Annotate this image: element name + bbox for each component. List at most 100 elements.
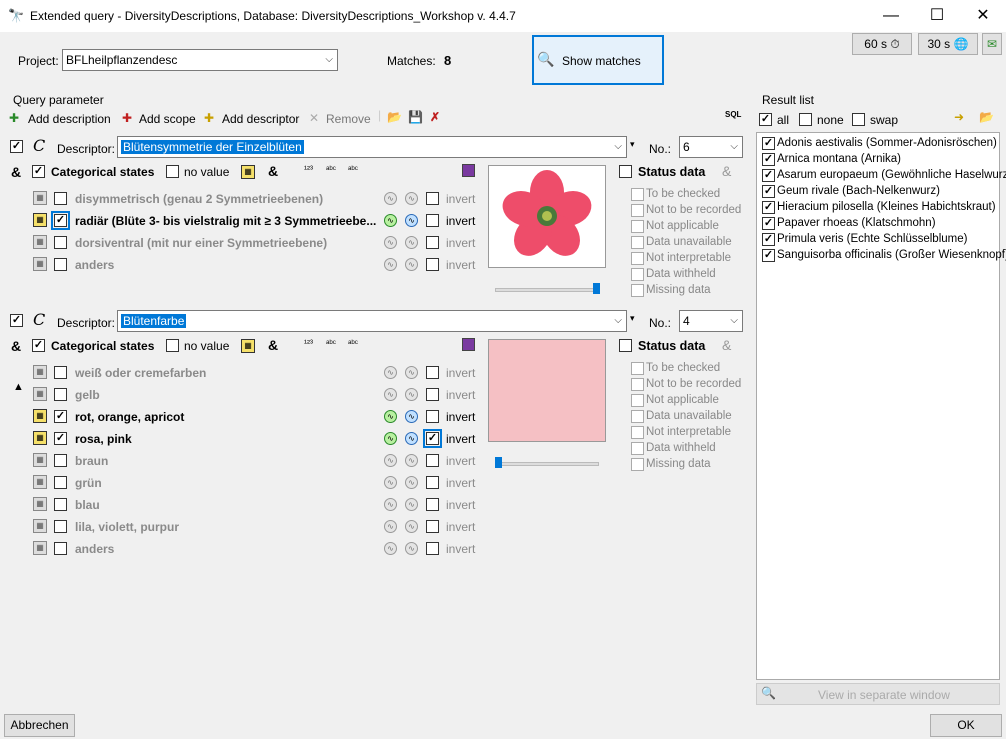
invert-checkbox[interactable] [426,542,439,555]
show-matches-button[interactable]: 🔍 Show matches [532,35,664,85]
color-picker-icon[interactable] [462,164,475,177]
view-separate-button[interactable]: 🔍 View in separate window [756,683,1000,705]
descriptor-2-no-select[interactable]: 4 ⌵ [679,310,743,332]
descriptor-2-enabled-checkbox[interactable] [10,314,23,327]
select-all-checkbox[interactable] [759,113,772,126]
state-edit-icon[interactable]: ▦ [33,387,47,401]
state-edit-icon[interactable]: ▦ [33,497,47,511]
status-checkbox[interactable] [631,378,644,391]
state-checkbox[interactable] [54,258,67,271]
audio-icon[interactable]: ∿ [384,432,397,445]
audio-icon[interactable]: ∿ [384,454,397,467]
descriptor-2-menu-arrow[interactable]: ▾ [630,313,635,324]
status-checkbox[interactable] [631,220,644,233]
invert-checkbox[interactable] [426,476,439,489]
list-item-checkbox[interactable] [762,169,775,182]
state-checkbox[interactable] [54,454,67,467]
sort-alpha-desc-icon[interactable]: ᵃᵇᶜ [348,338,358,348]
signal-icon[interactable]: ∿ [405,366,418,379]
state-checkbox[interactable] [54,366,67,379]
descriptor-1-slider-track[interactable] [495,288,599,292]
status-checkbox[interactable] [631,426,644,439]
select-none-checkbox[interactable] [799,113,812,126]
state-edit-icon[interactable]: ▦ [33,365,47,379]
audio-icon[interactable]: ∿ [384,476,397,489]
audio-icon[interactable]: ∿ [384,366,397,379]
signal-icon[interactable]: ∿ [405,476,418,489]
invert-checkbox[interactable] [426,258,439,271]
remove-button[interactable]: Remove [326,112,371,126]
timer-60-button[interactable]: 60 s ⏱ [852,33,912,55]
descriptor-2-states-icon[interactable]: ▦ [241,339,255,353]
sql-icon[interactable]: SQL [725,110,741,119]
list-item-checkbox[interactable] [762,185,775,198]
state-checkbox[interactable] [54,388,67,401]
list-item-checkbox[interactable] [762,201,775,214]
list-item-checkbox[interactable] [762,233,775,246]
project-select[interactable]: BFLheilpflanzendesc ⌵ [62,49,338,71]
signal-icon[interactable]: ∿ [405,498,418,511]
invert-checkbox[interactable] [426,498,439,511]
state-edit-icon[interactable]: ▦ [33,431,47,445]
invert-checkbox[interactable] [423,429,442,448]
export-button[interactable]: ✉ [982,33,1002,55]
signal-icon[interactable]: ∿ [405,388,418,401]
audio-icon[interactable]: ∿ [384,192,397,205]
state-checkbox[interactable] [54,498,67,511]
list-item[interactable]: Geum rivale (Bach-Nelkenwurz) [760,184,998,200]
audio-icon[interactable]: ∿ [384,520,397,533]
status-checkbox[interactable] [631,188,644,201]
sort-alpha-asc-icon[interactable]: ᵃᵇᶜ [326,338,336,348]
list-item[interactable]: Adonis aestivalis (Sommer-Adonisröschen) [760,136,998,152]
status-checkbox[interactable] [631,394,644,407]
list-item[interactable]: Papaver rhoeas (Klatschmohn) [760,216,998,232]
status-checkbox[interactable] [631,252,644,265]
state-edit-icon[interactable]: ▦ [33,453,47,467]
descriptor-2-novalue-checkbox[interactable] [166,339,179,352]
state-edit-icon[interactable]: ▦ [33,519,47,533]
descriptor-1-menu-arrow[interactable]: ▾ [630,139,635,150]
list-item[interactable]: Arnica montana (Arnika) [760,152,998,168]
descriptor-2-and-states[interactable]: & [268,337,278,353]
audio-icon[interactable]: ∿ [384,258,397,271]
add-scope-button[interactable]: Add scope [139,112,196,126]
open-folder-icon[interactable]: 📂 [387,110,402,124]
audio-icon[interactable]: ∿ [384,410,397,423]
sort-alpha-desc-icon[interactable]: ᵃᵇᶜ [348,164,358,174]
descriptor-1-status-checkbox[interactable] [619,165,632,178]
invert-checkbox[interactable] [426,214,439,227]
export-list-icon[interactable]: ➜ [954,110,964,124]
status-checkbox[interactable] [631,410,644,423]
swap-checkbox[interactable] [852,113,865,126]
descriptor-1-select[interactable]: Blütensymmetrie der Einzelblüten ⌵ [117,136,627,158]
invert-checkbox[interactable] [426,410,439,423]
open-list-folder-icon[interactable]: 📂 [979,110,994,124]
descriptor-2-categorical-checkbox[interactable] [32,339,45,352]
clear-icon[interactable]: ✗ [430,110,440,124]
audio-icon[interactable]: ∿ [384,236,397,249]
add-descriptor-button[interactable]: Add descriptor [222,112,299,126]
state-edit-icon[interactable]: ▦ [33,475,47,489]
status-checkbox[interactable] [631,284,644,297]
audio-icon[interactable]: ∿ [384,214,397,227]
signal-icon[interactable]: ∿ [405,410,418,423]
status-checkbox[interactable] [631,236,644,249]
sort-numeric-icon[interactable]: ¹²³ [304,338,313,348]
status-checkbox[interactable] [631,362,644,375]
state-checkbox[interactable] [54,542,67,555]
descriptor-1-no-select[interactable]: 6 ⌵ [679,136,743,158]
state-edit-icon[interactable]: ▦ [33,541,47,555]
signal-icon[interactable]: ∿ [405,192,418,205]
maximize-button[interactable]: ☐ [914,0,960,31]
descriptor-1-and-operator[interactable]: & [11,164,21,180]
state-checkbox[interactable] [54,520,67,533]
signal-icon[interactable]: ∿ [405,542,418,555]
status-checkbox[interactable] [631,268,644,281]
descriptor-2-and-operator[interactable]: & [11,338,21,354]
list-item-checkbox[interactable] [762,153,775,166]
state-checkbox[interactable] [54,476,67,489]
audio-icon[interactable]: ∿ [384,542,397,555]
minimize-button[interactable]: — [868,0,914,31]
list-item[interactable]: Sanguisorba officinalis (Großer Wiesenkn… [760,248,1006,264]
list-item[interactable]: Primula veris (Echte Schlüsselblume) [760,232,998,248]
